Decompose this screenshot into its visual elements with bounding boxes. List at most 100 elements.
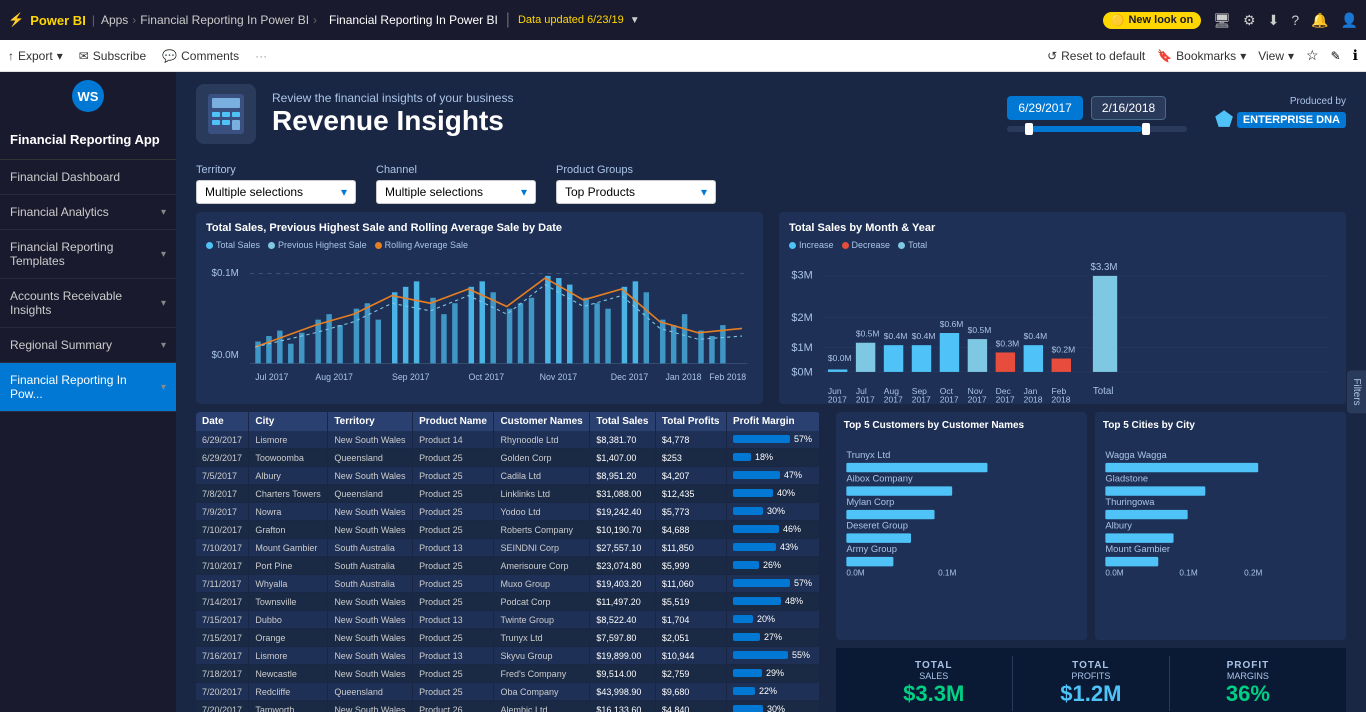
legend-total: Total	[898, 240, 927, 250]
channel-select[interactable]: Multiple selections ▾	[376, 180, 536, 204]
table-row[interactable]: 7/5/2017 Albury New South Wales Product …	[196, 467, 819, 485]
mini-charts-row: Top 5 Customers by Customer Names Trunyx…	[836, 412, 1346, 640]
table-row[interactable]: 7/14/2017 Townsville New South Wales Pro…	[196, 593, 819, 611]
kpi-total-profits: TOTAL PROFITS $1.2M	[1013, 656, 1170, 711]
svg-text:2017: 2017	[940, 394, 959, 404]
table-row[interactable]: 6/29/2017 Toowoomba Queensland Product 2…	[196, 449, 819, 467]
help-icon[interactable]: ?	[1291, 12, 1299, 28]
subscribe-icon: ✉	[79, 49, 89, 63]
download-icon[interactable]: ⬇	[1268, 12, 1280, 29]
table-row[interactable]: 7/9/2017 Nowra New South Wales Product 2…	[196, 503, 819, 521]
svg-text:$0.4M: $0.4M	[1024, 331, 1048, 341]
edit-icon[interactable]: ✎	[1331, 49, 1341, 63]
svg-text:$0.1M: $0.1M	[211, 268, 238, 279]
reset-button[interactable]: ↺ Reset to default	[1047, 49, 1145, 63]
sidebar-item-financial-reporting-templates[interactable]: Financial Reporting Templates ▾	[0, 230, 176, 279]
info-icon[interactable]: ℹ	[1353, 47, 1358, 64]
monitor-icon[interactable]: 🖥	[1213, 12, 1231, 29]
kpi-profits-value: $1.2M	[1017, 681, 1165, 707]
svg-text:Total: Total	[1093, 386, 1114, 397]
sidebar-app-name: Financial Reporting App	[0, 120, 176, 160]
table-row[interactable]: 7/15/2017 Dubbo New South Wales Product …	[196, 611, 819, 629]
produced-by: Produced by ⬟ ENTERPRISE DNA	[1215, 96, 1346, 132]
table-row[interactable]: 7/10/2017 Mount Gambier South Australia …	[196, 539, 819, 557]
table-row[interactable]: 6/29/2017 Lismore New South Wales Produc…	[196, 431, 819, 449]
col-margin: Profit Margin	[726, 412, 819, 431]
sidebar-item-financial-dashboard[interactable]: Financial Dashboard	[0, 160, 176, 195]
settings-icon[interactable]: ⚙	[1243, 12, 1256, 29]
svg-text:Jan 2018: Jan 2018	[665, 372, 701, 382]
bookmarks-caret: ▾	[1240, 49, 1246, 63]
territory-select[interactable]: Multiple selections ▾	[196, 180, 356, 204]
col-customer: Customer Names	[494, 412, 590, 431]
legend-decrease: Decrease	[842, 240, 891, 250]
subscribe-button[interactable]: ✉ Subscribe	[79, 49, 146, 63]
toolbar: ↑ Export ▾ ✉ Subscribe 💬 Comments ··· ↺ …	[0, 40, 1366, 72]
export-button[interactable]: ↑ Export ▾	[8, 49, 63, 63]
product-groups-filter: Product Groups Top Products ▾	[556, 164, 716, 204]
select-caret: ▾	[701, 185, 707, 199]
table-row[interactable]: 7/10/2017 Grafton New South Wales Produc…	[196, 521, 819, 539]
table-row[interactable]: 7/8/2017 Charters Towers Queensland Prod…	[196, 485, 819, 503]
svg-text:Deseret Group: Deseret Group	[846, 520, 908, 531]
svg-text:2018: 2018	[1024, 394, 1043, 404]
report-header-text: Review the financial insights of your bu…	[272, 91, 513, 137]
line-chart-box: Total Sales, Previous Highest Sale and R…	[196, 212, 763, 404]
report-subtitle: Review the financial insights of your bu…	[272, 91, 513, 105]
report-header-right: 6/29/2017 2/16/2018 Produced by ⬟ ENTERP…	[1007, 96, 1346, 132]
bar-chart-svg: $3M $2M $1M $0M $0.0M Jun 2017	[789, 254, 1336, 404]
svg-text:Mount Gambier: Mount Gambier	[1105, 543, 1170, 554]
date-caret[interactable]: ▼	[630, 15, 640, 26]
breadcrumb-item[interactable]: Financial Reporting In Power BI	[140, 13, 309, 27]
date-range-slider[interactable]	[1007, 126, 1187, 132]
new-look-toggle[interactable]: 🟡 New look on	[1103, 12, 1201, 29]
star-icon[interactable]: ☆	[1306, 47, 1319, 64]
legend-rolling-avg: Rolling Average Sale	[375, 240, 468, 250]
col-city: City	[249, 412, 328, 431]
notification-icon[interactable]: 🔔	[1311, 12, 1328, 29]
svg-text:Aibox Company: Aibox Company	[846, 473, 913, 484]
export-icon: ↑	[8, 49, 14, 63]
product-groups-select[interactable]: Top Products ▾	[556, 180, 716, 204]
table-row[interactable]: 7/20/2017 Redcliffe Queensland Product 2…	[196, 683, 819, 701]
table-row[interactable]: 7/16/2017 Lismore New South Wales Produc…	[196, 647, 819, 665]
legend-increase: Increase	[789, 240, 834, 250]
workspace-badge: WS	[72, 80, 104, 112]
powerbi-label: Power BI	[30, 13, 86, 28]
table-row[interactable]: 7/20/2017 Tamworth New South Wales Produ…	[196, 701, 819, 712]
date-start-pill[interactable]: 6/29/2017	[1007, 96, 1082, 120]
svg-text:Aug 2017: Aug 2017	[315, 372, 353, 382]
table-row[interactable]: 7/18/2017 Newcastle New South Wales Prod…	[196, 665, 819, 683]
svg-text:Thuringowa: Thuringowa	[1105, 496, 1155, 507]
sidebar-item-regional-summary[interactable]: Regional Summary ▾	[0, 328, 176, 363]
sidebar-item-accounts-receivable[interactable]: Accounts Receivable Insights ▾	[0, 279, 176, 328]
legend-prev-highest: Previous Highest Sale	[268, 240, 367, 250]
view-button[interactable]: View ▾	[1258, 49, 1294, 63]
report-header: Review the financial insights of your bu…	[176, 72, 1366, 156]
profile-icon[interactable]: 👤	[1341, 12, 1358, 29]
table-row[interactable]: 7/11/2017 Whyalla South Australia Produc…	[196, 575, 819, 593]
bookmarks-button[interactable]: 🔖 Bookmarks ▾	[1157, 49, 1246, 63]
cities-chart-svg: Wagga Wagga Gladstone Thuringowa Albury	[1103, 437, 1338, 578]
table-row[interactable]: 7/15/2017 Orange New South Wales Product…	[196, 629, 819, 647]
powerbi-logo: ⚡	[8, 12, 24, 28]
svg-text:Albury: Albury	[1105, 520, 1132, 531]
comments-button[interactable]: 💬 Comments	[162, 49, 239, 63]
report-icon	[196, 84, 256, 144]
svg-text:$1M: $1M	[791, 342, 812, 354]
right-charts: Top 5 Customers by Customer Names Trunyx…	[836, 412, 1346, 712]
apps-link[interactable]: Apps	[101, 13, 128, 27]
chevron-icon: ▾	[161, 207, 166, 218]
select-caret: ▾	[521, 185, 527, 199]
separator1: |	[92, 13, 95, 27]
filters-panel[interactable]: Filters	[1347, 370, 1366, 413]
line-chart-svg: $0.1M $0.0M	[206, 254, 753, 385]
main-layout: WS Financial Reporting App Financial Das…	[0, 72, 1366, 712]
more-icon[interactable]: ···	[255, 49, 267, 63]
date-end-pill[interactable]: 2/16/2018	[1091, 96, 1166, 120]
sidebar-item-financial-reporting[interactable]: Financial Reporting In Pow... ▾	[0, 363, 176, 412]
table-row[interactable]: 7/10/2017 Port Pine South Australia Prod…	[196, 557, 819, 575]
sidebar-item-financial-analytics[interactable]: Financial Analytics ▾	[0, 195, 176, 230]
charts-area: Total Sales, Previous Highest Sale and R…	[176, 212, 1366, 412]
svg-text:$0.0M: $0.0M	[211, 350, 238, 361]
